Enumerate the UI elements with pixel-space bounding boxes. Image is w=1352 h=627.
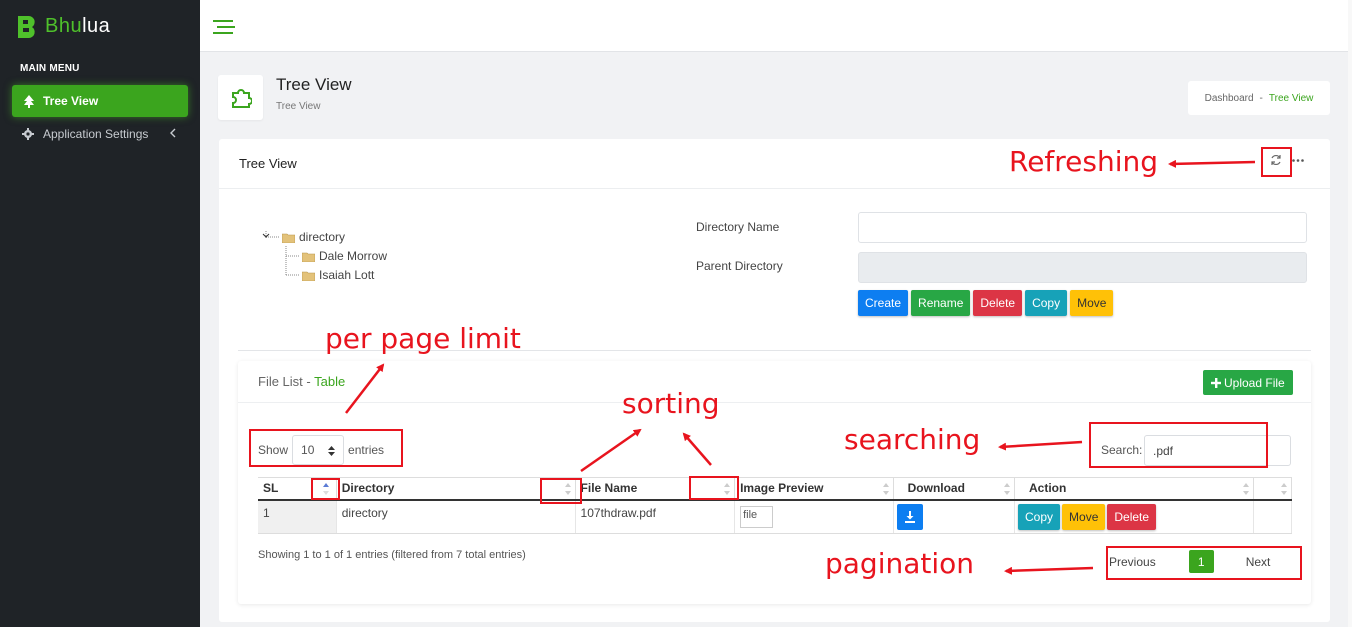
arrow-per-page-limit — [345, 363, 385, 414]
annotation-arrows — [345, 159, 1256, 575]
arrow-searching — [998, 440, 1083, 451]
arrow-refreshing — [1168, 159, 1256, 168]
arrow-pagination — [1004, 566, 1094, 575]
arrow-sorting-right — [682, 432, 712, 466]
arrow-sorting-left — [580, 428, 642, 473]
